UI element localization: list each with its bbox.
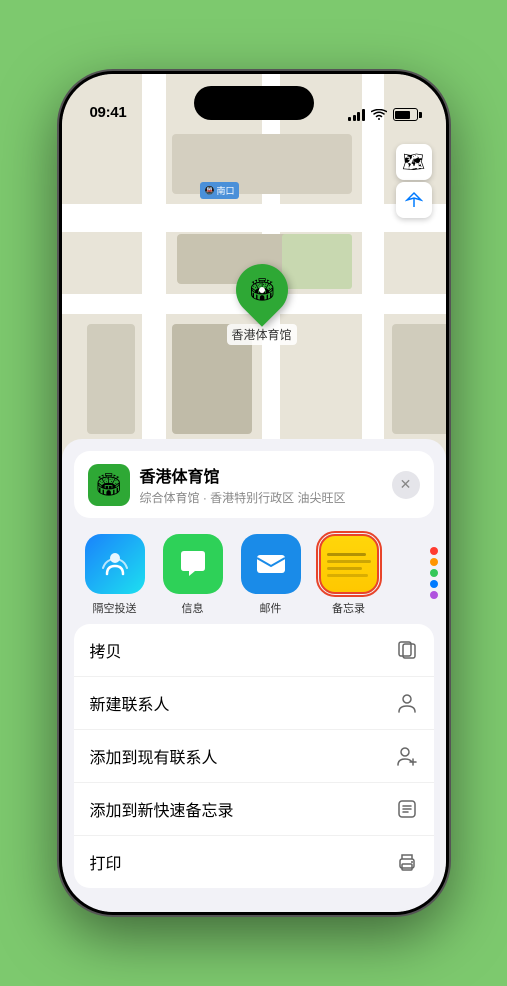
share-apps-row: 隔空投送 信息: [62, 526, 446, 620]
messages-svg: [175, 546, 211, 582]
phone-inner: 09:41: [62, 74, 446, 912]
airdrop-svg: [99, 548, 131, 580]
map-block-1: [172, 134, 352, 194]
action-copy[interactable]: 拷贝: [74, 624, 434, 677]
notes-line-2: [327, 560, 371, 563]
more-dot-3: [430, 569, 438, 577]
action-new-contact-label: 新建联系人: [90, 691, 170, 715]
location-desc: 综合体育馆 · 香港特别行政区 油尖旺区: [140, 489, 382, 506]
location-card-icon: 🏟: [88, 464, 130, 506]
printer-icon: [396, 851, 418, 873]
location-arrow-icon: [405, 191, 423, 209]
more-dot-4: [430, 580, 438, 588]
copy-icon: [396, 639, 418, 661]
dynamic-island: [194, 86, 314, 120]
messages-label: 信息: [182, 600, 204, 616]
messages-icon: [163, 534, 223, 594]
airdrop-label: 隔空投送: [93, 600, 137, 616]
notes-line-1: [327, 553, 367, 556]
station-label-text: 南口: [216, 184, 234, 197]
action-add-quick-note-label: 添加到新快速备忘录: [90, 797, 234, 821]
more-dots-stack: [430, 547, 438, 599]
location-info: 香港体育馆 综合体育馆 · 香港特别行政区 油尖旺区: [140, 463, 382, 506]
pin-body: 🏟: [236, 264, 288, 316]
more-dot-1: [430, 547, 438, 555]
close-button[interactable]: ✕: [392, 471, 420, 499]
more-dot-5: [430, 591, 438, 599]
airdrop-icon: [85, 534, 145, 594]
map-block-3: [87, 324, 135, 434]
map-type-button[interactable]: 🗺: [396, 144, 432, 180]
location-name: 香港体育馆: [140, 463, 382, 487]
close-icon: ✕: [400, 476, 412, 493]
wifi-icon: [371, 109, 387, 121]
notes-icon: [319, 534, 379, 594]
station-label: 南口: [200, 182, 240, 199]
action-list: 拷贝 新建联系人 添加到现有联系人: [74, 624, 434, 888]
mail-svg: [253, 546, 289, 582]
note-icon: [396, 798, 418, 820]
more-dot-2: [430, 558, 438, 566]
person-icon: [396, 692, 418, 714]
signal-bar-3: [357, 112, 360, 121]
location-pin: 🏟 香港体育馆: [227, 264, 297, 345]
share-app-mail[interactable]: 邮件: [232, 534, 310, 616]
notes-line-4: [327, 574, 369, 577]
share-app-notes[interactable]: 备忘录: [310, 534, 388, 616]
person-add-icon: [396, 745, 418, 767]
phone-frame: 09:41: [59, 71, 449, 915]
action-new-contact[interactable]: 新建联系人: [74, 677, 434, 730]
more-apps-indicator: [396, 526, 446, 620]
status-time: 09:41: [90, 104, 127, 121]
mail-icon: [241, 534, 301, 594]
bottom-sheet: 🏟 香港体育馆 综合体育馆 · 香港特别行政区 油尖旺区 ✕: [62, 439, 446, 912]
mail-label: 邮件: [260, 600, 282, 616]
action-add-existing-contact[interactable]: 添加到现有联系人: [74, 730, 434, 783]
signal-bar-1: [348, 117, 351, 121]
share-app-airdrop[interactable]: 隔空投送: [76, 534, 154, 616]
battery-icon: [393, 108, 418, 121]
location-card-emoji: 🏟: [95, 472, 123, 498]
status-icons: [348, 108, 418, 121]
signal-bar-2: [353, 115, 356, 121]
map-block-5: [392, 324, 446, 434]
location-card: 🏟 香港体育馆 综合体育馆 · 香港特别行政区 油尖旺区 ✕: [74, 451, 434, 518]
map-controls: 🗺: [396, 144, 432, 218]
pin-dot: [259, 287, 265, 293]
signal-bars-icon: [348, 109, 365, 121]
action-add-existing-label: 添加到现有联系人: [90, 744, 218, 768]
notes-lines: [321, 545, 377, 583]
notes-label: 备忘录: [332, 600, 365, 616]
battery-fill: [395, 111, 410, 119]
signal-bar-4: [362, 109, 365, 121]
map-type-icon: 🗺: [402, 152, 425, 173]
share-app-messages[interactable]: 信息: [154, 534, 232, 616]
action-copy-label: 拷贝: [90, 638, 122, 662]
action-print[interactable]: 打印: [74, 836, 434, 888]
road-horizontal-1: [62, 204, 446, 232]
action-add-quick-note[interactable]: 添加到新快速备忘录: [74, 783, 434, 836]
notes-line-3: [327, 567, 362, 570]
location-button[interactable]: [396, 182, 432, 218]
action-print-label: 打印: [90, 850, 122, 874]
